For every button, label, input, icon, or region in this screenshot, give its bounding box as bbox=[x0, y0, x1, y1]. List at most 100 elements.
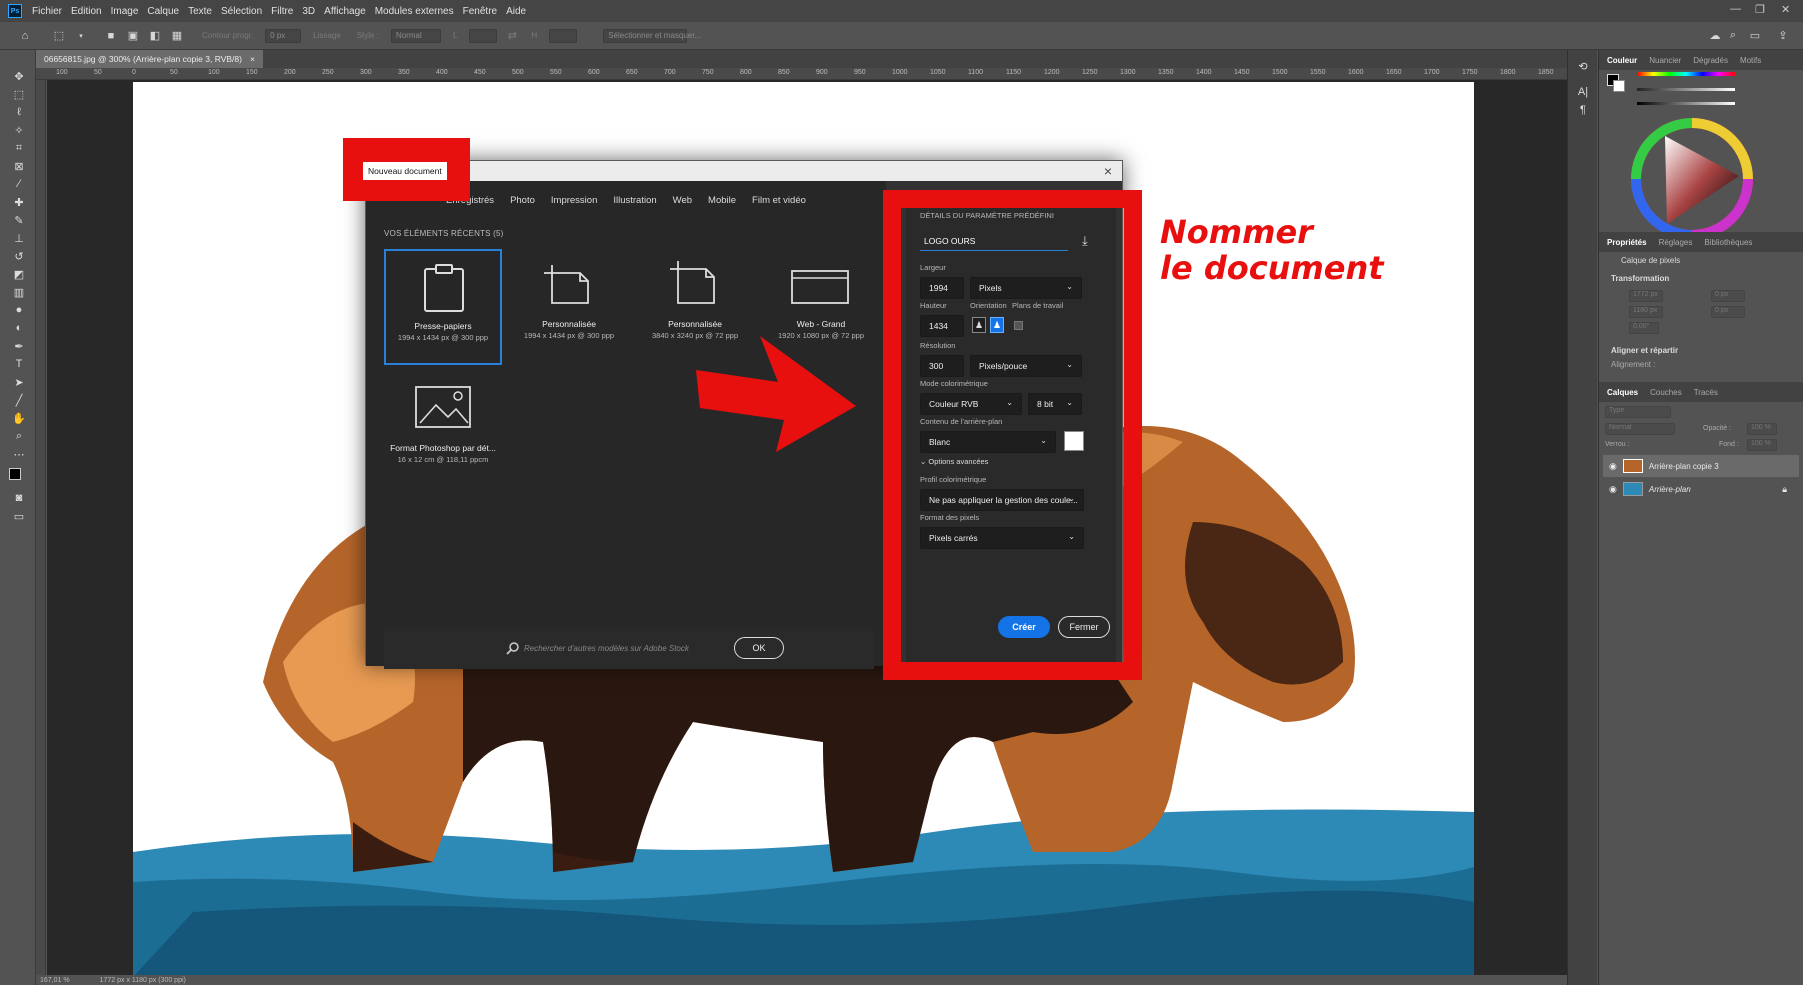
marquee-tool-icon[interactable]: ⬚ bbox=[52, 29, 66, 43]
antialias-checkbox[interactable]: Lissage bbox=[309, 29, 345, 43]
tab-nuancier[interactable]: Nuancier bbox=[1649, 56, 1681, 65]
tab-impression[interactable]: Impression bbox=[551, 195, 597, 206]
transform-angle-field[interactable]: 0,00° bbox=[1629, 322, 1659, 334]
stock-search-input[interactable]: Rechercher d'autres modèles sur Adobe St… bbox=[524, 644, 689, 653]
fill-field[interactable]: 100 % bbox=[1747, 439, 1777, 451]
background-swatch[interactable] bbox=[1613, 80, 1625, 92]
document-size[interactable]: 1772 px x 1180 px (300 ppi) bbox=[100, 977, 186, 984]
add-selection-icon[interactable]: ▣ bbox=[126, 29, 140, 43]
visibility-eye-icon[interactable]: ◉ bbox=[1609, 484, 1617, 495]
home-icon[interactable]: ⌂ bbox=[18, 29, 32, 43]
new-selection-icon[interactable]: ■ bbox=[104, 29, 118, 43]
type-tool-icon[interactable]: T bbox=[11, 356, 27, 372]
pen-tool-icon[interactable]: ✒ bbox=[11, 338, 27, 354]
tab-motifs[interactable]: Motifs bbox=[1740, 56, 1761, 65]
eyedropper-tool-icon[interactable]: ⁄ bbox=[11, 176, 27, 192]
blur-tool-icon[interactable]: ● bbox=[11, 302, 27, 318]
preset-card[interactable]: Format Photoshop par dét... 16 x 12 cm @… bbox=[384, 375, 502, 491]
document-tab[interactable]: 06656815.jpg @ 300% (Arrière-plan copie … bbox=[36, 50, 263, 68]
menu-calque[interactable]: Calque bbox=[147, 6, 179, 17]
move-tool-icon[interactable]: ✥ bbox=[11, 68, 27, 84]
preset-card[interactable]: Presse-papiers 1994 x 1434 px @ 300 ppp bbox=[384, 249, 502, 365]
menu-filtre[interactable]: Filtre bbox=[271, 6, 293, 17]
layer-name[interactable]: Arrière-plan copie 3 bbox=[1649, 462, 1719, 471]
tab-bibliotheques[interactable]: Bibliothèques bbox=[1704, 238, 1752, 247]
tab-illustration[interactable]: Illustration bbox=[613, 195, 656, 206]
search-icon[interactable]: ⌕ bbox=[1726, 29, 1740, 43]
dialog-close-icon[interactable]: × bbox=[1104, 163, 1112, 179]
workspace-icon[interactable]: ▭ bbox=[1748, 29, 1762, 43]
gradient-tool-icon[interactable]: ▥ bbox=[11, 284, 27, 300]
photoshop-logo-icon[interactable]: Ps bbox=[8, 4, 22, 18]
chevron-down-icon[interactable]: ▾ bbox=[74, 29, 88, 43]
lasso-tool-icon[interactable]: ℓ bbox=[11, 104, 27, 120]
clone-stamp-tool-icon[interactable]: ⊥ bbox=[11, 230, 27, 246]
hue-slider[interactable] bbox=[1637, 72, 1735, 76]
transform-width-field[interactable]: 1772 px bbox=[1629, 290, 1663, 302]
width-input[interactable] bbox=[469, 28, 498, 43]
menu-fenetre[interactable]: Fenêtre bbox=[463, 6, 497, 17]
height-input[interactable] bbox=[549, 28, 578, 43]
tab-traces[interactable]: Tracés bbox=[1694, 388, 1718, 397]
menu-aide[interactable]: Aide bbox=[506, 6, 526, 17]
close-window-button[interactable]: ✕ bbox=[1781, 3, 1790, 16]
zoom-level[interactable]: 167,01 % bbox=[40, 977, 70, 984]
opacity-field[interactable]: 100 % bbox=[1747, 423, 1777, 435]
line-tool-icon[interactable]: ╱ bbox=[11, 392, 27, 408]
restore-button[interactable]: ❐ bbox=[1755, 3, 1765, 16]
brush-tool-icon[interactable]: ✎ bbox=[11, 212, 27, 228]
zoom-tool-icon[interactable]: ⌕ bbox=[11, 428, 27, 444]
tab-web[interactable]: Web bbox=[673, 195, 692, 206]
close-tab-icon[interactable]: × bbox=[250, 54, 255, 64]
tab-reglages[interactable]: Réglages bbox=[1659, 238, 1693, 247]
tab-couches[interactable]: Couches bbox=[1650, 388, 1682, 397]
tab-calques[interactable]: Calques bbox=[1607, 388, 1638, 397]
layer-row[interactable]: ◉ Arrière-plan copie 3 bbox=[1603, 455, 1799, 477]
select-and-mask-button[interactable]: Sélectionner et masquer... bbox=[603, 28, 701, 43]
layer-filter-field[interactable]: Type bbox=[1605, 406, 1671, 418]
intersect-selection-icon[interactable]: ▦ bbox=[170, 29, 184, 43]
cloud-user-icon[interactable]: ☁ bbox=[1708, 29, 1722, 43]
tab-couleur[interactable]: Couleur bbox=[1607, 56, 1637, 65]
preset-card[interactable]: Personnalisée 1994 x 1434 px @ 300 ppp bbox=[510, 249, 628, 365]
transform-y-field[interactable]: 0 px bbox=[1711, 306, 1745, 318]
paragraph-panel-icon[interactable]: ¶ bbox=[1575, 102, 1591, 118]
subtract-selection-icon[interactable]: ◧ bbox=[148, 29, 162, 43]
feather-input[interactable]: 0 px bbox=[265, 28, 302, 43]
path-selection-tool-icon[interactable]: ➤ bbox=[11, 374, 27, 390]
style-select[interactable]: Normal bbox=[390, 28, 441, 43]
tab-mobile[interactable]: Mobile bbox=[708, 195, 736, 206]
minimize-button[interactable]: — bbox=[1730, 3, 1741, 15]
menu-modules-externes[interactable]: Modules externes bbox=[375, 6, 454, 17]
dodge-tool-icon[interactable]: ◐ bbox=[11, 320, 27, 336]
character-panel-icon[interactable]: A| bbox=[1575, 84, 1591, 100]
hand-tool-icon[interactable]: ✋ bbox=[11, 410, 27, 426]
crop-tool-icon[interactable]: ⌗ bbox=[11, 140, 27, 156]
frame-tool-icon[interactable]: ⊠ bbox=[11, 158, 27, 174]
layer-name[interactable]: Arrière-plan bbox=[1649, 485, 1691, 494]
transform-height-field[interactable]: 1180 px bbox=[1629, 306, 1663, 318]
align-header[interactable]: Aligner et répartir bbox=[1611, 346, 1678, 355]
more-tools-icon[interactable]: ⋯ bbox=[11, 446, 27, 462]
brightness-slider[interactable] bbox=[1637, 102, 1735, 105]
tab-degrades[interactable]: Dégradés bbox=[1693, 56, 1728, 65]
saturation-slider[interactable] bbox=[1637, 88, 1735, 91]
menu-selection[interactable]: Sélection bbox=[221, 6, 262, 17]
history-brush-tool-icon[interactable]: ↺ bbox=[11, 248, 27, 264]
layer-row[interactable]: ◉ Arrière-plan 🔒︎ bbox=[1603, 478, 1799, 500]
transformation-header[interactable]: Transformation bbox=[1611, 274, 1669, 283]
magic-wand-tool-icon[interactable]: ✧ bbox=[11, 122, 27, 138]
history-panel-icon[interactable]: ⟲ bbox=[1575, 58, 1591, 74]
ok-button[interactable]: OK bbox=[734, 637, 784, 659]
marquee-tool-icon[interactable]: ⬚ bbox=[11, 86, 27, 102]
transform-x-field[interactable]: 0 px bbox=[1711, 290, 1745, 302]
menu-edition[interactable]: Edition bbox=[71, 6, 102, 17]
share-icon[interactable]: ⇪ bbox=[1776, 29, 1790, 43]
healing-brush-tool-icon[interactable]: ✚ bbox=[11, 194, 27, 210]
quick-mask-icon[interactable]: ◙ bbox=[11, 490, 27, 506]
menu-fichier[interactable]: Fichier bbox=[32, 6, 62, 17]
tab-photo[interactable]: Photo bbox=[510, 195, 535, 206]
foreground-color-swatch[interactable] bbox=[9, 468, 21, 480]
swap-icon[interactable]: ⇄ bbox=[505, 29, 519, 43]
dialog-titlebar[interactable]: × bbox=[366, 161, 1122, 181]
